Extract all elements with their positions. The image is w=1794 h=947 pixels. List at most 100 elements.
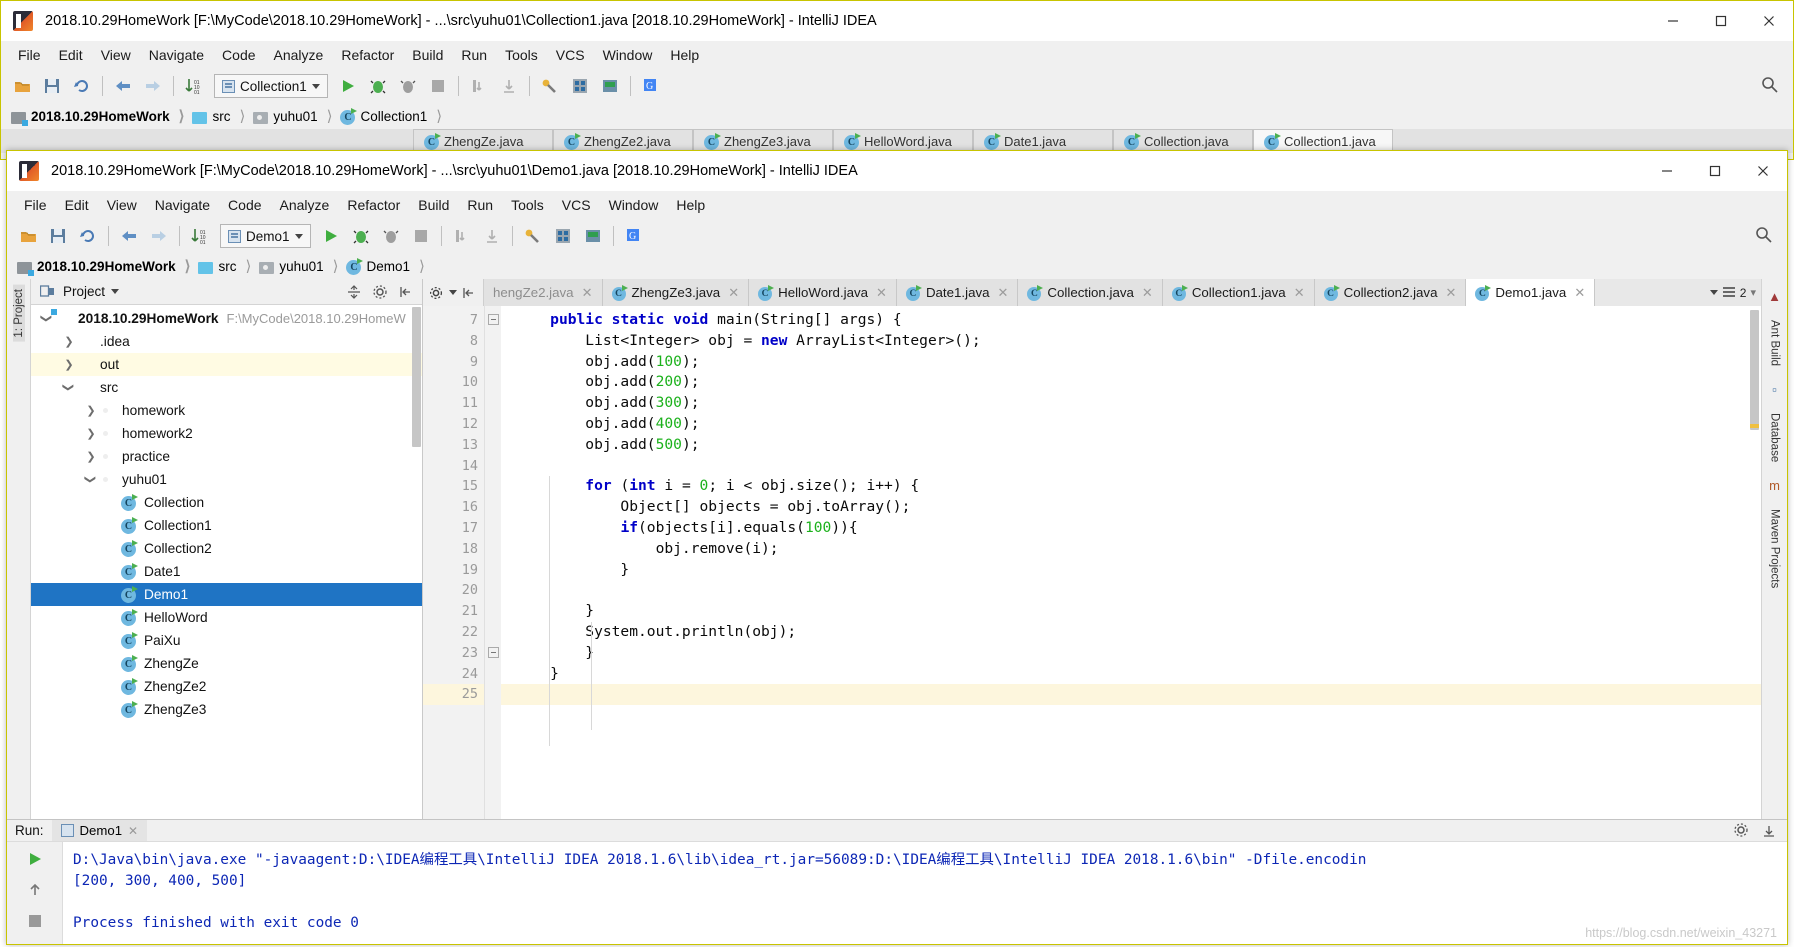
line-number-8[interactable]: 8 [423, 331, 484, 352]
debug-button-icon[interactable] [348, 223, 374, 249]
bg-breadcrumb[interactable]: 2018.10.29HomeWork ⟩ src ⟩ yuhu01 ⟩ C Co… [1, 103, 1793, 129]
sync-refresh-icon[interactable] [75, 223, 101, 249]
tool-strip-ant-build[interactable]: Ant Build [1769, 316, 1781, 370]
tool-strip-database[interactable]: Database [1769, 409, 1781, 466]
chevron-right-icon[interactable] [61, 358, 77, 371]
fg-toolbar[interactable]: 01 10 01 Demo1 G [7, 219, 1787, 253]
editor-tab-zhengze3-java[interactable]: C ZhengZe3.java ✕ [602, 279, 750, 306]
bg-window-controls[interactable] [1649, 1, 1793, 41]
tree-item-date1[interactable]: C Date1 [31, 560, 422, 583]
line-number-19[interactable]: 19 [423, 560, 484, 581]
left-tool-window-strip[interactable]: 1: Project [7, 279, 31, 819]
bg-menu-edit[interactable]: Edit [50, 43, 92, 67]
code-folding-column[interactable] [485, 306, 501, 819]
line-number-12[interactable]: 12 [423, 414, 484, 435]
chevron-down-icon[interactable] [1709, 290, 1718, 295]
fg-menu-analyze[interactable]: Analyze [271, 193, 339, 217]
settings-wrench-icon[interactable] [520, 223, 546, 249]
project-structure-icon[interactable] [567, 73, 593, 99]
close-icon[interactable]: ✕ [1294, 285, 1305, 301]
code-line-15[interactable]: for (int i = 0; i < obj.size(); i++) { [515, 476, 1761, 497]
tool-strip-maven[interactable]: Maven Projects [1769, 505, 1781, 592]
forward-arrow-icon[interactable] [140, 73, 166, 99]
code-line-17[interactable]: if(objects[i].equals(100)){ [515, 518, 1761, 539]
fg-menu-file[interactable]: File [15, 193, 56, 217]
code-line-13[interactable]: obj.add(500); [515, 435, 1761, 456]
tree-item-demo1[interactable]: C Demo1 [31, 583, 422, 606]
open-folder-icon[interactable] [15, 223, 41, 249]
chevron-right-icon[interactable] [83, 450, 99, 463]
fold-marker-block[interactable] [488, 647, 499, 658]
code-line-19[interactable]: } [515, 560, 1761, 581]
project-tool-window[interactable]: Project 2018.10.29HomeWork F:\MyCode\2018… [31, 279, 423, 819]
tree-item-zhengze3[interactable]: C ZhengZe3 [31, 698, 422, 721]
bg-menu-tools[interactable]: Tools [496, 43, 547, 67]
run-panel-header[interactable]: Run: Demo1 ✕ [7, 820, 1787, 842]
bg-menu-file[interactable]: File [9, 43, 50, 67]
code-line-23[interactable]: } [515, 643, 1761, 664]
run-tool-window[interactable]: Run: Demo1 ✕ D:\Java\bin\java.exe "-java… [7, 819, 1787, 944]
code-line-8[interactable]: List<Integer> obj = new ArrayList<Intege… [515, 331, 1761, 352]
fg-search-everywhere-icon[interactable] [1755, 226, 1773, 247]
editor-tab-collection1-java[interactable]: C Collection1.java ✕ [1162, 279, 1315, 306]
run-button-icon[interactable] [318, 223, 344, 249]
bg-maximize-button[interactable] [1697, 1, 1745, 41]
code-line-7[interactable]: public static void main(String[] args) { [515, 310, 1761, 331]
bg-toolbar[interactable]: 01 10 01 Collection1 G [1, 69, 1793, 103]
fg-breadcrumb-class[interactable]: C Demo1 ⟩ [346, 257, 432, 275]
code-line-12[interactable]: obj.add(400); [515, 414, 1761, 435]
code-line-25[interactable] [501, 684, 1761, 706]
close-icon[interactable]: ✕ [876, 285, 887, 301]
hide-panel-icon[interactable] [396, 282, 416, 302]
background-ide-window[interactable]: 2018.10.29HomeWork [F:\MyCode\2018.10.29… [0, 0, 1794, 160]
close-icon[interactable]: ✕ [582, 285, 593, 301]
line-number-25[interactable]: 25 [423, 684, 484, 706]
line-number-22[interactable]: 22 [423, 622, 484, 643]
line-number-18[interactable]: 18 [423, 539, 484, 560]
fg-close-button[interactable] [1739, 151, 1787, 191]
fg-menu-build[interactable]: Build [409, 193, 458, 217]
fg-menu-bar[interactable]: File Edit View Navigate Code Analyze Ref… [7, 191, 1787, 219]
tree-item--idea[interactable]: .idea [31, 330, 422, 353]
translate-icon[interactable]: G [621, 223, 647, 249]
bg-menu-vcs[interactable]: VCS [547, 43, 594, 67]
tree-item-zhengze[interactable]: C ZhengZe [31, 652, 422, 675]
line-number-24[interactable]: 24 [423, 664, 484, 685]
editor-tab-tools[interactable] [423, 279, 484, 306]
line-number-11[interactable]: 11 [423, 393, 484, 414]
close-icon[interactable]: ✕ [128, 824, 138, 838]
tree-item-helloword[interactable]: C HelloWord [31, 606, 422, 629]
bg-breadcrumb-project[interactable]: 2018.10.29HomeWork ⟩ [11, 107, 192, 126]
fg-menu-help[interactable]: Help [667, 193, 714, 217]
settings-wrench-icon[interactable] [537, 73, 563, 99]
settings-gear-icon[interactable] [1731, 821, 1751, 841]
line-number-14[interactable]: 14 [423, 456, 484, 477]
editor-tab-demo1-java[interactable]: C Demo1.java ✕ [1466, 279, 1596, 306]
bg-menu-navigate[interactable]: Navigate [140, 43, 213, 67]
close-icon[interactable]: ✕ [1445, 285, 1456, 301]
tree-item-collection2[interactable]: C Collection2 [31, 537, 422, 560]
editor-tab-bar[interactable]: hengZe2.java ✕ C ZhengZe3.java ✕ C HelloWord.j… [423, 279, 1761, 306]
fg-menu-code[interactable]: Code [219, 193, 270, 217]
bg-close-button[interactable] [1745, 1, 1793, 41]
bg-breadcrumb-package[interactable]: yuhu01 ⟩ [253, 107, 340, 125]
tool-strip-project[interactable]: 1: Project [12, 285, 25, 342]
editor-scrollbar[interactable] [1750, 310, 1759, 430]
settings-gear-icon[interactable] [370, 282, 390, 302]
run-with-coverage-icon[interactable] [378, 223, 404, 249]
down-arrow-icon[interactable] [24, 941, 46, 944]
line-number-20[interactable]: 20 [423, 580, 484, 601]
code-line-11[interactable]: obj.add(300); [515, 393, 1761, 414]
debug-button-icon[interactable] [365, 73, 391, 99]
line-number-7[interactable]: 7 [423, 310, 500, 331]
bg-menu-bar[interactable]: File Edit View Navigate Code Analyze Ref… [1, 41, 1793, 69]
back-arrow-icon[interactable] [116, 223, 142, 249]
rerun-icon[interactable] [24, 848, 46, 870]
minimize-panel-icon[interactable] [1759, 821, 1779, 841]
tab-overflow-chevron-icon[interactable]: ▾ [1750, 286, 1756, 299]
fg-run-configuration-selector[interactable]: Demo1 [220, 224, 311, 248]
fold-marker-method[interactable] [488, 314, 499, 325]
code-line-21[interactable]: } [515, 601, 1761, 622]
project-tree[interactable]: 2018.10.29HomeWork F:\MyCode\2018.10.29Ho… [31, 305, 422, 819]
translate-icon[interactable]: G [638, 73, 664, 99]
